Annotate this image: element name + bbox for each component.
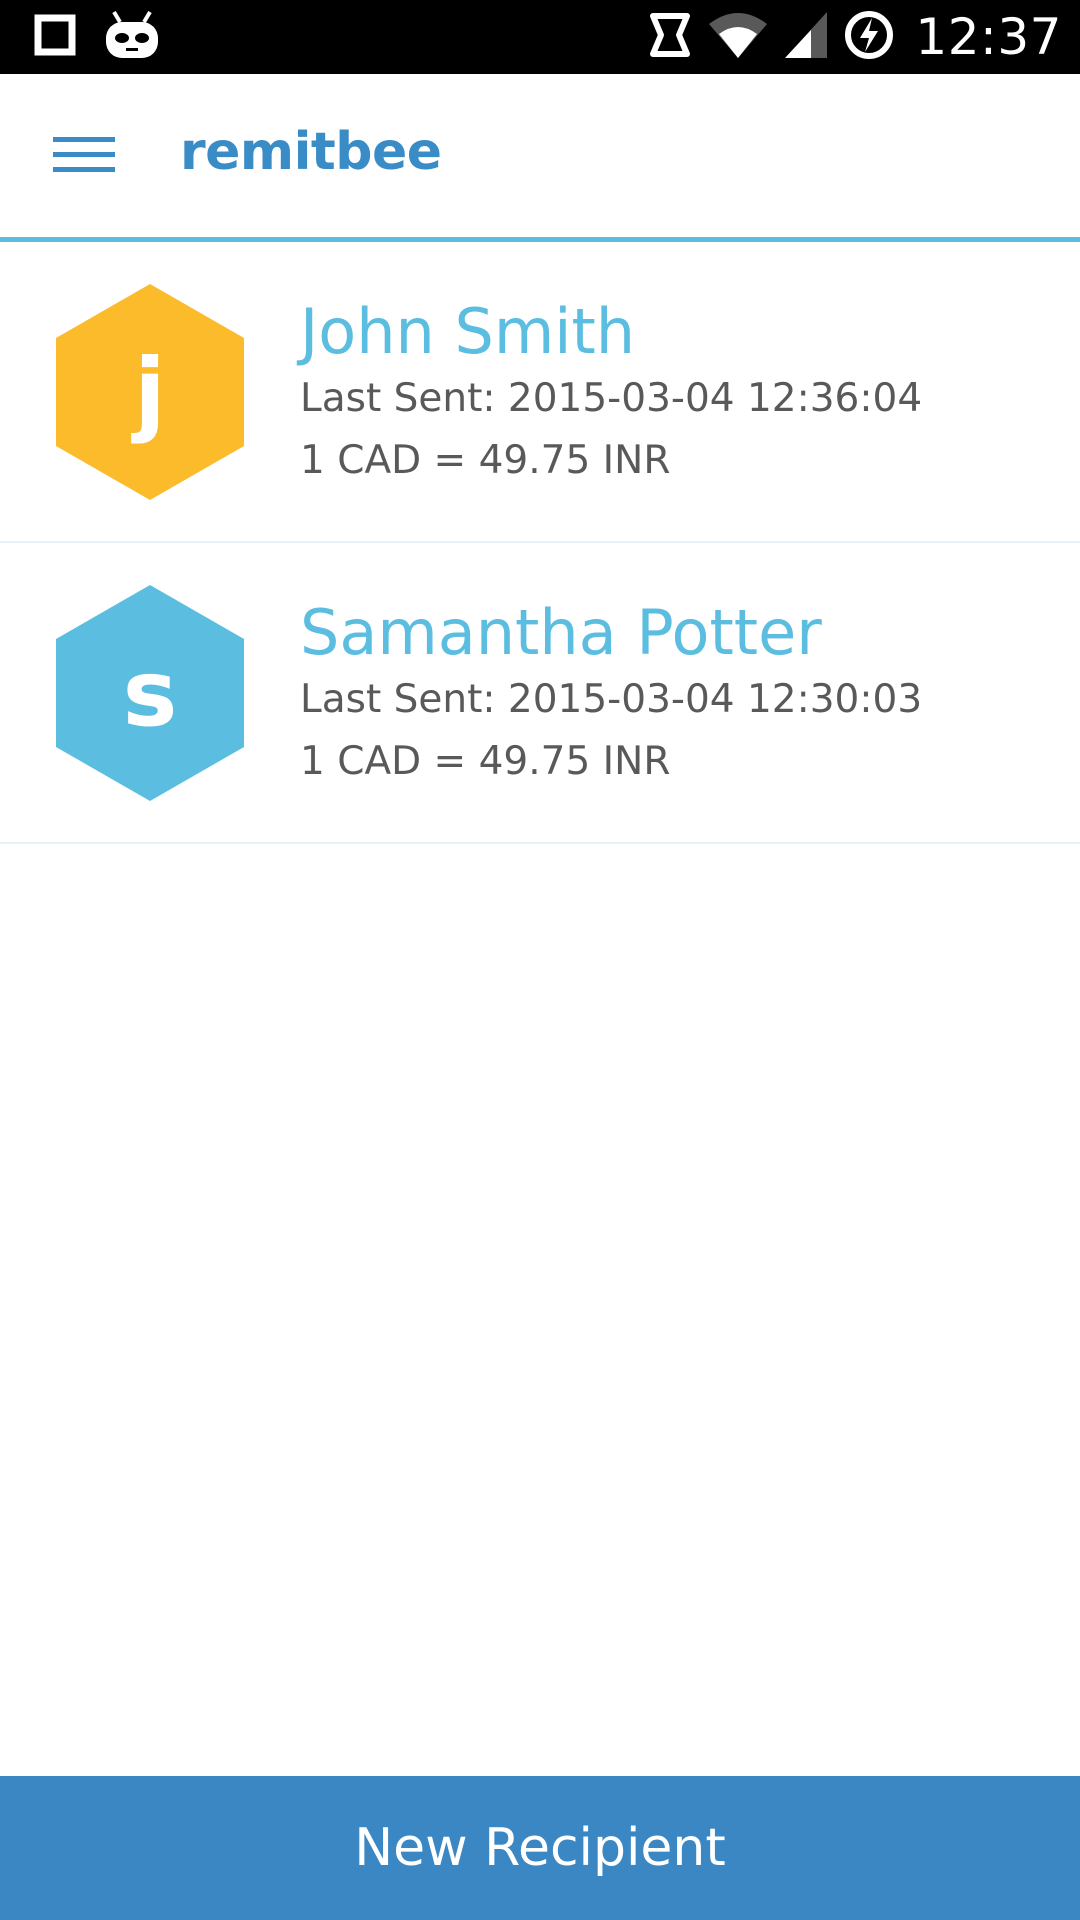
recipient-list: j John Smith Last Sent: 2015-03-04 12:36… [0, 242, 1080, 844]
menu-button[interactable] [46, 124, 122, 190]
app-bar: remitbee [0, 74, 1080, 242]
new-recipient-button[interactable]: New Recipient [0, 1776, 1080, 1920]
recipient-name: Samantha Potter [300, 596, 822, 669]
recipient-row[interactable]: s Samantha Potter Last Sent: 2015-03-04 … [0, 543, 1080, 844]
sync-icon [647, 10, 693, 65]
recipient-row[interactable]: j John Smith Last Sent: 2015-03-04 12:36… [0, 242, 1080, 543]
battery-charging-icon [843, 9, 895, 66]
last-sent-text: Last Sent: 2015-03-04 12:30:03 [300, 677, 923, 722]
recipient-details: John Smith Last Sent: 2015-03-04 12:36:0… [300, 296, 1060, 492]
status-bar-time: 12:37 [915, 8, 1062, 66]
recipient-name: John Smith [300, 295, 636, 368]
square-notification-icon [34, 14, 76, 61]
avatar-initial: s [122, 639, 178, 747]
avatar-initial: j [134, 338, 166, 446]
avatar: j [56, 284, 244, 500]
recipient-details: Samantha Potter Last Sent: 2015-03-04 12… [300, 597, 1060, 793]
exchange-rate-text: 1 CAD = 49.75 INR [300, 438, 671, 483]
hamburger-menu-icon[interactable] [53, 135, 115, 180]
avatar: s [56, 585, 244, 801]
last-sent-text: Last Sent: 2015-03-04 12:36:04 [300, 376, 923, 421]
status-bar-right: 12:37 [647, 8, 1062, 66]
exchange-rate-text: 1 CAD = 49.75 INR [300, 739, 671, 784]
app-logo-title: remitbee [180, 122, 442, 182]
cyanogenmod-bot-icon [104, 10, 160, 65]
status-bar: 12:37 [0, 0, 1080, 74]
wifi-icon [707, 10, 769, 65]
screen: 12:37 remitbee j John Smith Last Sent: 2… [0, 0, 1080, 1920]
status-bar-left [34, 10, 160, 61]
cell-signal-icon [783, 10, 829, 65]
